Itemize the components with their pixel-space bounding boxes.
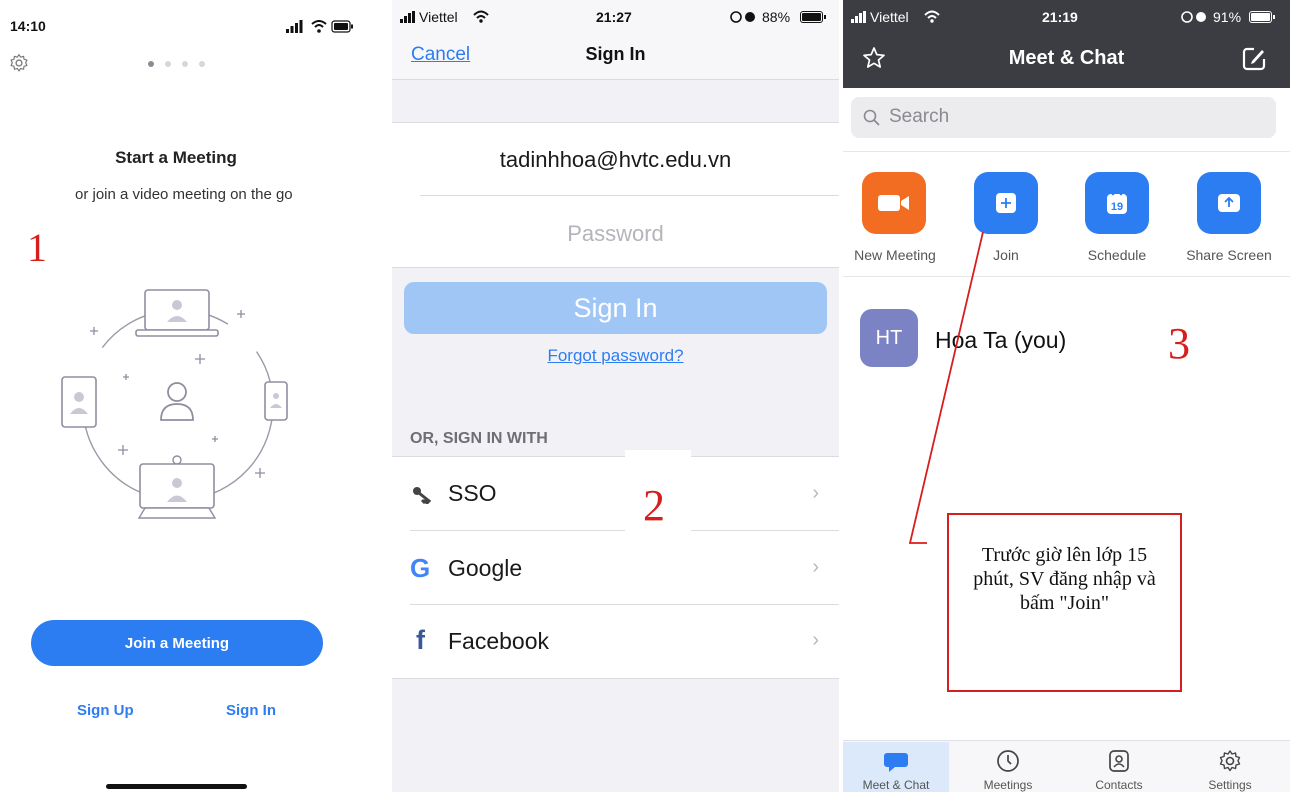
home-indicator (106, 784, 247, 789)
start-meeting-screen: 14:10 Start a Meeting or join a video me… (0, 0, 390, 792)
sso-label: SSO (448, 480, 497, 506)
tab-label: Meet & Chat (862, 778, 930, 792)
status-icons (286, 20, 353, 33)
chevron-right-icon: › (812, 629, 819, 651)
contacts-icon (1109, 750, 1129, 772)
status-time: 14:10 (10, 18, 46, 34)
battery-icon (331, 20, 353, 33)
status-time: 21:27 (596, 9, 632, 25)
credentials-group: tadinhhoa@hvtc.edu.vn Password (392, 122, 839, 268)
sign-up-link[interactable]: Sign Up (77, 702, 134, 719)
google-icon: G (410, 553, 431, 583)
nav-title: Sign In (585, 44, 646, 64)
sign-in-link[interactable]: Sign In (226, 702, 276, 719)
wifi-icon (473, 10, 489, 23)
signal-icon (286, 20, 303, 33)
facebook-icon: f (416, 625, 425, 655)
battery-icon (800, 11, 826, 23)
status-battery: 88% (762, 9, 791, 25)
clock-icon (997, 750, 1019, 772)
tab-label: Meetings (983, 778, 1033, 792)
page-dot-active (148, 61, 154, 67)
email-field[interactable]: tadinhhoa@hvtc.edu.vn (392, 147, 839, 173)
sign-in-button[interactable]: Sign In (404, 282, 827, 334)
tab-meetings[interactable]: Meetings (955, 742, 1061, 792)
step-number: 2 (643, 481, 665, 530)
chevron-right-icon: › (812, 482, 819, 504)
forgot-password-link[interactable]: Forgot password? (392, 346, 839, 366)
page-subtitle: or join a video meeting on the go (75, 186, 293, 203)
gear-icon[interactable] (9, 53, 29, 73)
page-dot (165, 61, 171, 67)
status-carrier: Viettel (419, 9, 458, 25)
instruction-note: Trước giờ lên lớp 15 phút, SV đăng nhập … (947, 513, 1182, 692)
tab-meet-chat[interactable]: Meet & Chat (843, 742, 949, 792)
tab-label: Contacts (1095, 778, 1143, 792)
chevron-right-icon: › (812, 556, 819, 578)
password-field[interactable]: Password (392, 221, 839, 247)
meeting-illustration (61, 289, 288, 519)
step-number: 1 (27, 225, 47, 270)
field-divider (420, 195, 839, 196)
key-icon (413, 487, 432, 504)
alarm-icons (730, 11, 755, 23)
tab-settings[interactable]: Settings (1177, 742, 1283, 792)
tab-contacts[interactable]: Contacts (1066, 742, 1172, 792)
google-option[interactable]: G Google › (392, 531, 839, 605)
nav-bar: Cancel Sign In (392, 30, 839, 80)
chat-icon (884, 753, 908, 772)
sso-option[interactable]: SSO › (392, 457, 839, 531)
signal-icon (400, 11, 415, 23)
page-dot (182, 61, 188, 67)
tab-label: Settings (1208, 778, 1252, 792)
facebook-option[interactable]: f Facebook › (392, 605, 839, 679)
page-dot (199, 61, 205, 67)
meet-chat-screen: Viettel 21:19 91% Meet & Chat Search 19 … (843, 0, 1290, 792)
sign-in-screen: Viettel 21:27 88% Cancel Sign In tadinhh… (392, 0, 839, 792)
section-header: OR, SIGN IN WITH (410, 430, 548, 447)
wifi-icon (311, 20, 327, 33)
join-meeting-button[interactable]: Join a Meeting (31, 620, 323, 666)
google-label: Google (448, 555, 523, 581)
facebook-label: Facebook (448, 628, 550, 654)
page-title: Start a Meeting (115, 148, 237, 167)
divider (392, 678, 839, 679)
gear-icon (1219, 750, 1241, 772)
